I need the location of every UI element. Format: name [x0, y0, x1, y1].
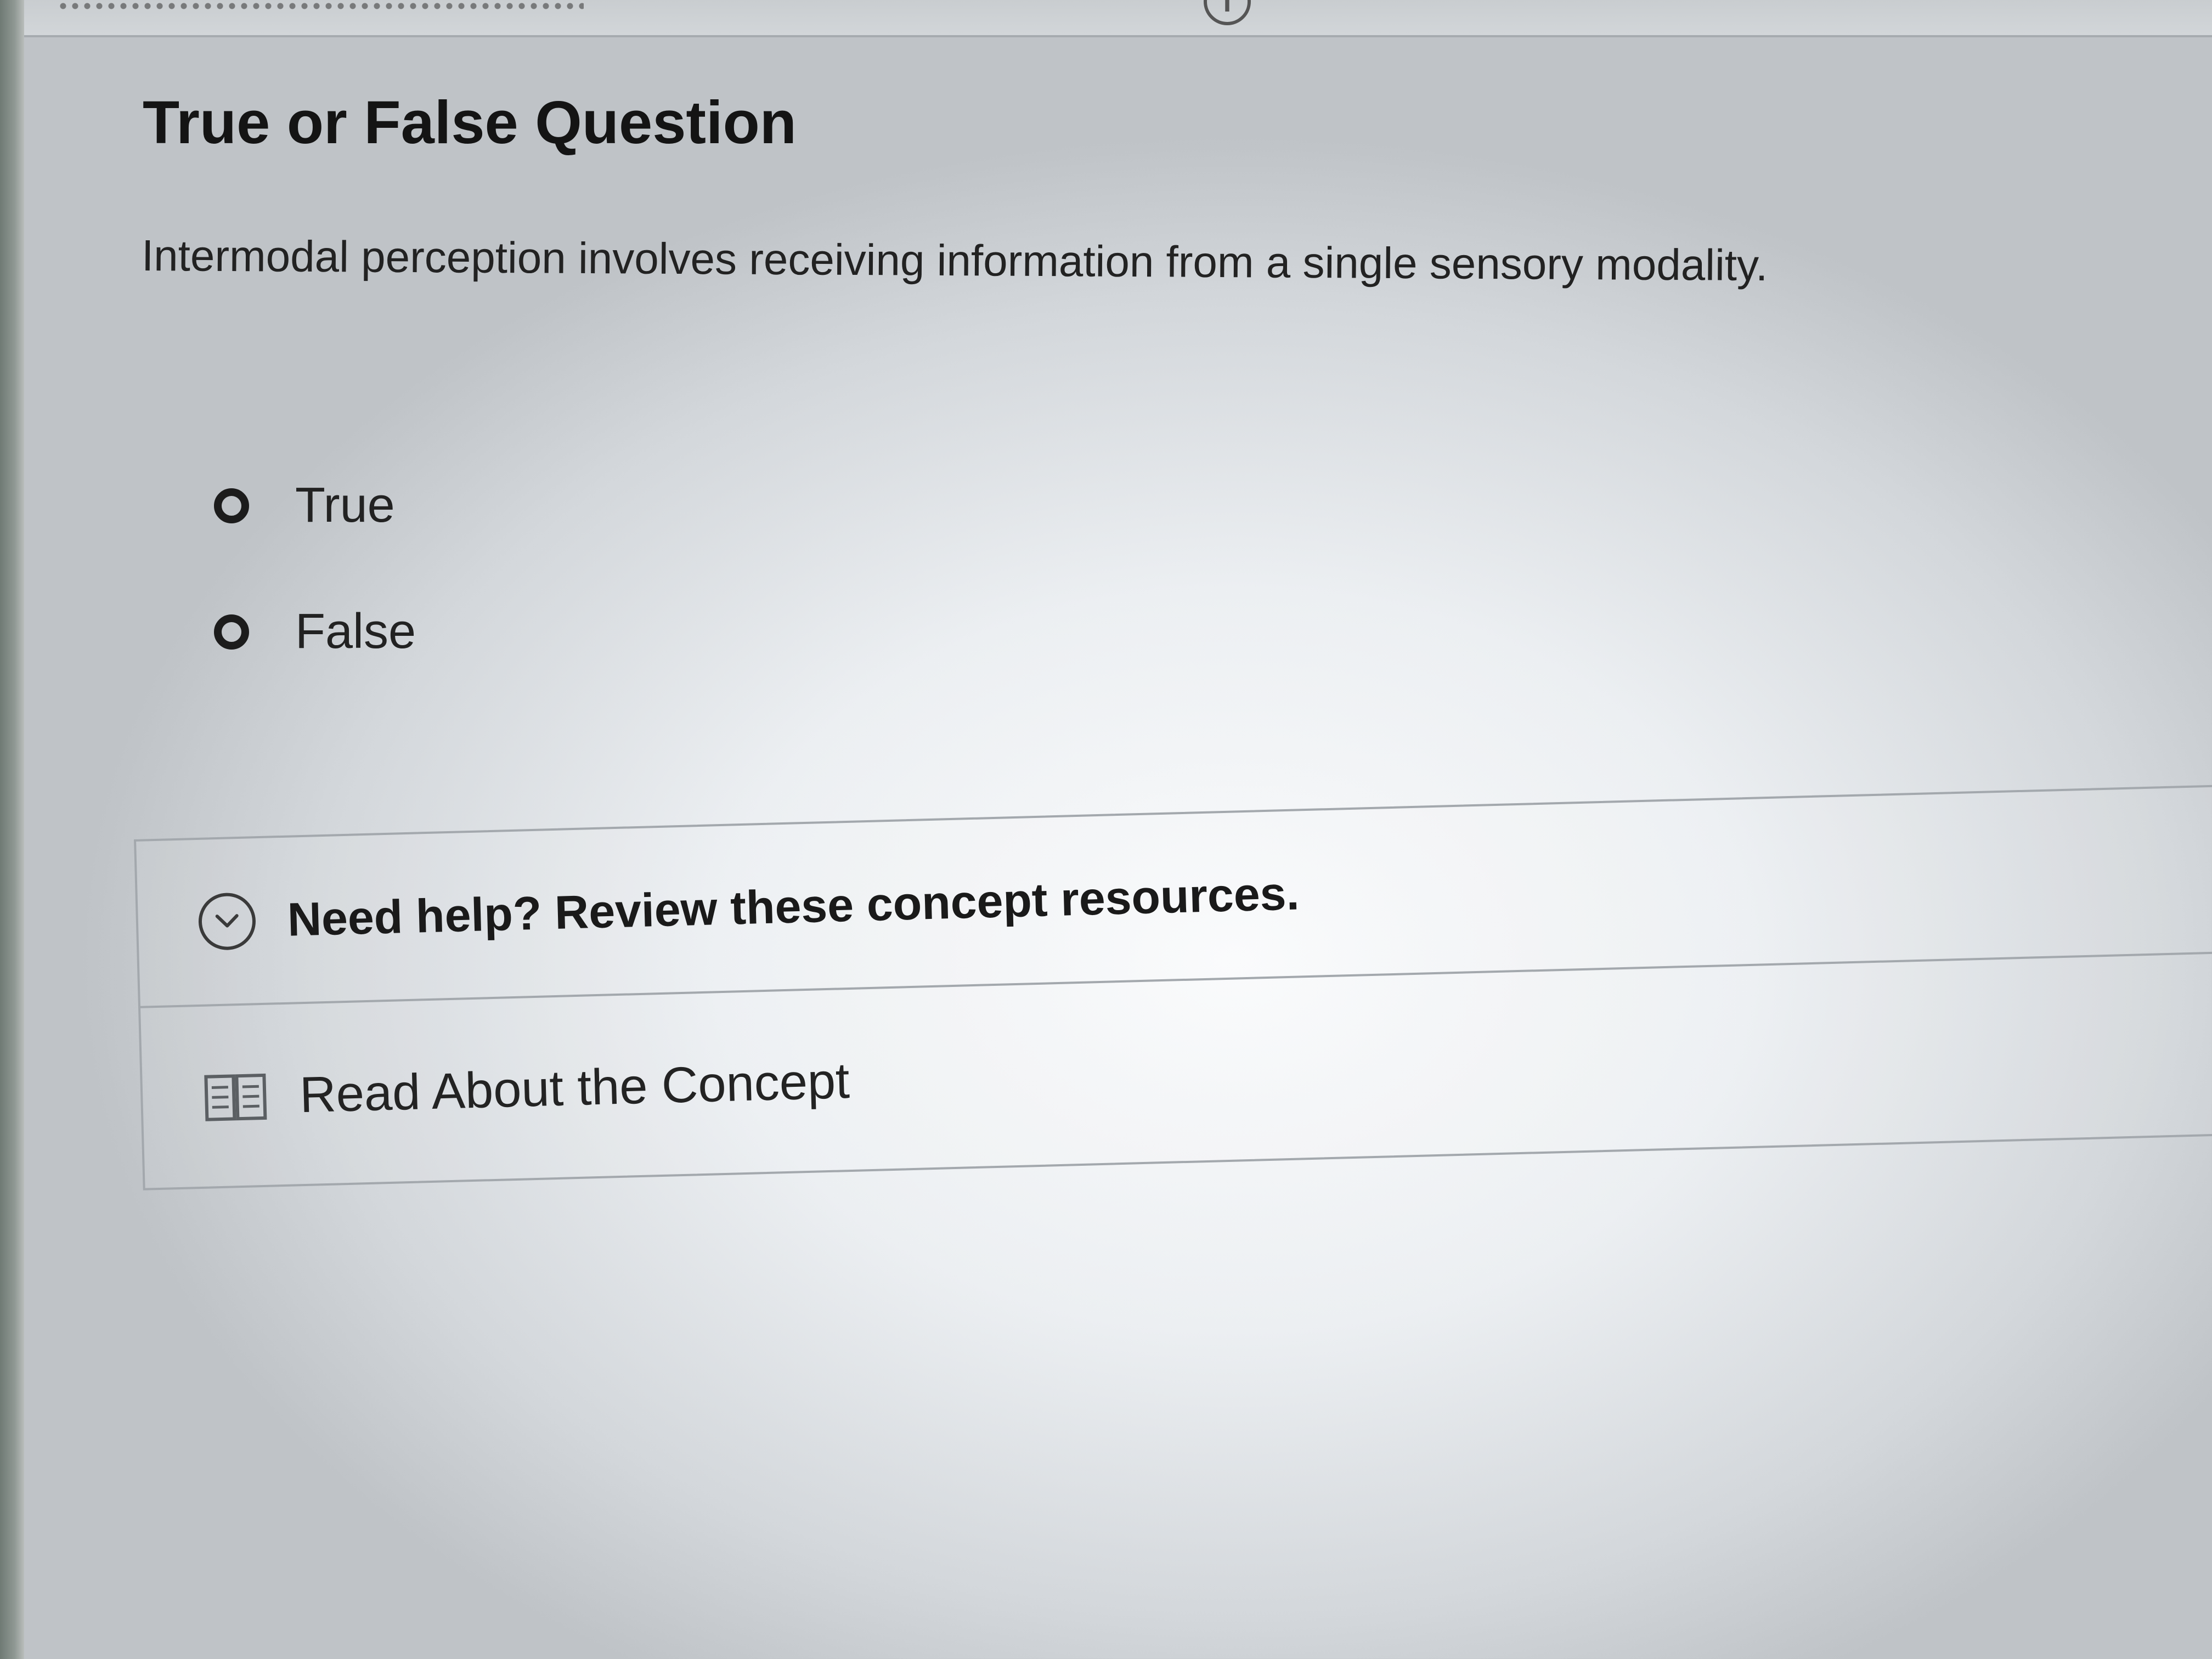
question-prompt: Intermodal perception involves receiving… — [141, 231, 1768, 290]
book-icon — [202, 1070, 268, 1124]
screen-bezel — [0, 0, 24, 1659]
concept-resources-panel: Need help? Review these concept resource… — [134, 783, 2212, 1190]
answer-option-true[interactable]: True — [214, 477, 395, 534]
concept-resources-title: Need help? Review these concept resource… — [286, 866, 1300, 946]
answer-label-true: True — [295, 478, 395, 533]
question-type-title: True or False Question — [143, 89, 797, 156]
info-icon[interactable]: i — [1204, 0, 1251, 25]
top-progress-bar: i — [24, 0, 2212, 37]
resource-label: Read About the Concept — [298, 1052, 850, 1123]
chevron-down-circle-icon[interactable] — [198, 892, 257, 951]
progress-dots — [57, 0, 584, 11]
answer-label-false: False — [295, 604, 416, 659]
answer-option-false[interactable]: False — [214, 603, 416, 660]
radio-button-true[interactable] — [214, 488, 249, 523]
radio-button-false[interactable] — [214, 614, 249, 650]
